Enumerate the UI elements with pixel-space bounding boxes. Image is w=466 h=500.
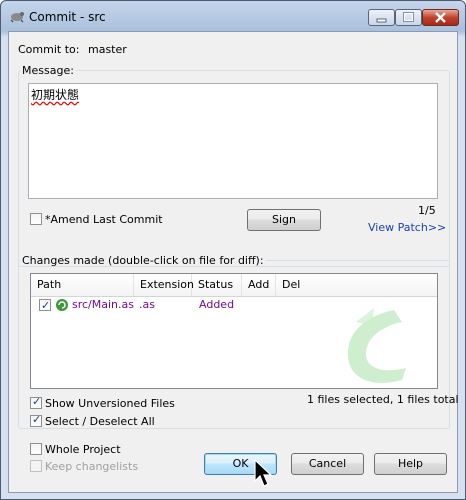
select-all-label: Select / Deselect All	[45, 415, 155, 428]
amend-checkbox[interactable]	[30, 213, 42, 225]
list-header: Path Extension Status Add Del	[31, 274, 437, 297]
help-button[interactable]: Help	[374, 453, 447, 475]
column-status[interactable]: Status	[192, 274, 242, 296]
mouse-cursor-icon	[254, 459, 273, 487]
changes-group-label: Changes made (double-click on file for d…	[22, 254, 264, 267]
amend-label: *Amend Last Commit	[45, 213, 163, 226]
column-add[interactable]: Add	[242, 274, 276, 296]
files-summary: 1 files selected, 1 files total	[307, 393, 459, 406]
dialog-body: Commit to: master Message: 初期状態 *Amend L…	[8, 31, 459, 493]
view-patch-link[interactable]: View Patch>>	[368, 221, 446, 234]
line-counter: 1/5	[418, 204, 436, 217]
message-group-label: Message:	[22, 64, 74, 77]
whole-project-label: Whole Project	[45, 443, 121, 456]
row-extension: .as	[139, 298, 155, 311]
tortoise-watermark-icon	[347, 308, 406, 384]
keep-changelists-label: Keep changelists	[45, 460, 139, 473]
commit-to-label: Commit to:	[18, 43, 80, 56]
minimize-icon	[376, 18, 387, 23]
column-path[interactable]: Path	[31, 274, 134, 296]
maximize-button[interactable]	[395, 9, 422, 26]
whole-project-checkbox[interactable]	[30, 443, 42, 455]
window-title: Commit - src	[29, 10, 106, 24]
keep-changelists-checkbox[interactable]	[30, 460, 42, 472]
table-row[interactable]: src/Main.as .as Added	[31, 296, 437, 315]
added-file-icon	[56, 299, 68, 311]
cancel-button[interactable]: Cancel	[291, 453, 364, 475]
column-extension[interactable]: Extension	[134, 274, 194, 296]
branch-name: master	[88, 43, 127, 56]
row-checkbox[interactable]	[39, 297, 51, 315]
select-all-checkbox[interactable]	[30, 413, 42, 427]
close-button[interactable]	[422, 9, 459, 26]
message-textarea[interactable]: 初期状態	[28, 83, 438, 199]
show-unversioned-checkbox[interactable]	[30, 395, 42, 409]
sign-button[interactable]: Sign	[247, 209, 321, 231]
changes-list[interactable]: Path Extension Status Add Del src/Main.a…	[30, 273, 438, 389]
message-text: 初期状態	[31, 88, 80, 102]
commit-window: Commit - src Commit to: master Message: …	[0, 0, 466, 500]
tortoise-app-icon	[10, 12, 24, 23]
column-del[interactable]: Del	[276, 274, 316, 296]
title-bar[interactable]: Commit - src	[1, 1, 465, 31]
row-path: src/Main.as	[72, 298, 134, 311]
close-icon	[435, 12, 446, 23]
minimize-button[interactable]	[368, 9, 395, 26]
show-unversioned-label: Show Unversioned Files	[45, 397, 175, 410]
maximize-icon	[403, 12, 414, 22]
row-status: Added	[199, 298, 235, 311]
